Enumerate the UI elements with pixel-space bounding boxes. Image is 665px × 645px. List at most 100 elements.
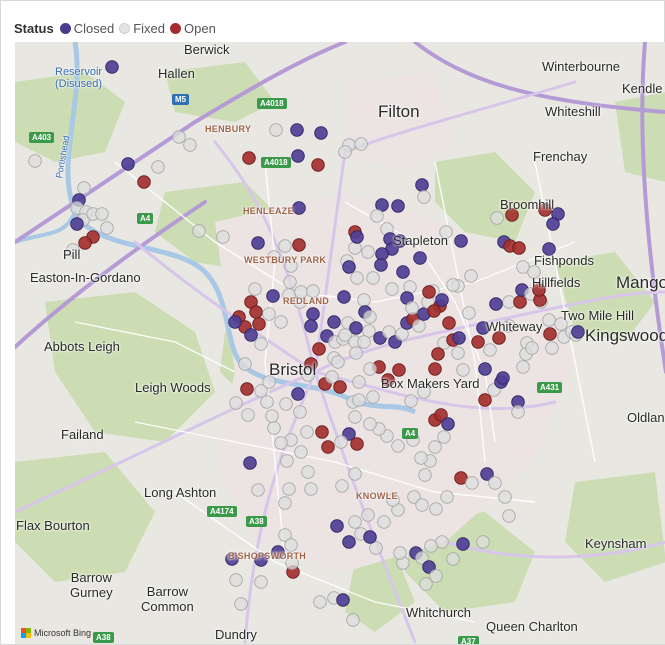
map-point-fixed[interactable] <box>274 315 288 329</box>
map-point-fixed[interactable] <box>100 221 114 235</box>
map-point-fixed[interactable] <box>350 271 364 285</box>
map-point-fixed[interactable] <box>348 467 362 481</box>
map-point-fixed[interactable] <box>404 394 418 408</box>
map-point-closed[interactable] <box>363 530 377 544</box>
map-point-fixed[interactable] <box>183 138 197 152</box>
map-point-closed[interactable] <box>456 537 470 551</box>
map-point-fixed[interactable] <box>437 430 451 444</box>
map-point-fixed[interactable] <box>414 451 428 465</box>
map-point-open[interactable] <box>350 437 364 451</box>
map-point-fixed[interactable] <box>248 282 262 296</box>
map-point-closed[interactable] <box>292 201 306 215</box>
map-point-fixed[interactable] <box>357 293 371 307</box>
map-point-fixed[interactable] <box>385 282 399 296</box>
map-point-fixed[interactable] <box>462 306 476 320</box>
map-point-open[interactable] <box>512 241 526 255</box>
map-point-closed[interactable] <box>291 387 305 401</box>
legend-item-fixed[interactable]: Fixed <box>119 21 165 36</box>
map-point-fixed[interactable] <box>172 130 186 144</box>
map-point-closed[interactable] <box>70 217 84 231</box>
map-point-closed[interactable] <box>391 199 405 213</box>
map-point-fixed[interactable] <box>516 360 530 374</box>
map-point-fixed[interactable] <box>279 397 293 411</box>
map-point-closed[interactable] <box>350 230 364 244</box>
map-point-closed[interactable] <box>121 157 135 171</box>
map-point-fixed[interactable] <box>424 539 438 553</box>
map-point-fixed[interactable] <box>338 145 352 159</box>
map-point-closed[interactable] <box>291 149 305 163</box>
map-point-fixed[interactable] <box>405 301 419 315</box>
map-point-fixed[interactable] <box>274 436 288 450</box>
map-point-fixed[interactable] <box>95 207 109 221</box>
map-point-fixed[interactable] <box>251 483 265 497</box>
map-point-fixed[interactable] <box>335 479 349 493</box>
legend-item-open[interactable]: Open <box>170 21 216 36</box>
map-point-closed[interactable] <box>243 456 257 470</box>
map-point-open[interactable] <box>431 347 445 361</box>
map-point-open[interactable] <box>333 380 347 394</box>
map-point-fixed[interactable] <box>216 230 230 244</box>
map-point-open[interactable] <box>543 327 557 341</box>
map-point-fixed[interactable] <box>428 440 442 454</box>
map-point-fixed[interactable] <box>366 390 380 404</box>
map-point-fixed[interactable] <box>476 535 490 549</box>
map-point-fixed[interactable] <box>238 357 252 371</box>
map-point-fixed[interactable] <box>545 341 559 355</box>
map-point-fixed[interactable] <box>451 346 465 360</box>
map-point-closed[interactable] <box>396 265 410 279</box>
map-point-open[interactable] <box>311 158 325 172</box>
map-point-fixed[interactable] <box>192 224 206 238</box>
map-point-fixed[interactable] <box>77 181 91 195</box>
map-point-open[interactable] <box>240 382 254 396</box>
map-point-fixed[interactable] <box>418 468 432 482</box>
map-point-fixed[interactable] <box>483 343 497 357</box>
map-point-open[interactable] <box>471 335 485 349</box>
map-point-open[interactable] <box>392 363 406 377</box>
map-point-fixed[interactable] <box>331 355 345 369</box>
map-point-fixed[interactable] <box>363 417 377 431</box>
map-point-fixed[interactable] <box>511 405 525 419</box>
map-point-fixed[interactable] <box>354 137 368 151</box>
map-point-fixed[interactable] <box>417 190 431 204</box>
map-point-fixed[interactable] <box>352 375 366 389</box>
map-point-fixed[interactable] <box>429 502 443 516</box>
map-point-fixed[interactable] <box>284 538 298 552</box>
map-point-fixed[interactable] <box>446 278 460 292</box>
map-point-fixed[interactable] <box>393 546 407 560</box>
map-point-fixed[interactable] <box>361 245 375 259</box>
map-point-fixed[interactable] <box>254 575 268 589</box>
map-point-fixed[interactable] <box>283 275 297 289</box>
map-point-fixed[interactable] <box>352 393 366 407</box>
legend-item-closed[interactable]: Closed <box>59 21 114 36</box>
map-point-open[interactable] <box>422 285 436 299</box>
map-point-fixed[interactable] <box>301 465 315 479</box>
map-point-fixed[interactable] <box>349 346 363 360</box>
map-point-closed[interactable] <box>251 236 265 250</box>
map-point-closed[interactable] <box>342 260 356 274</box>
map-point-closed[interactable] <box>266 289 280 303</box>
map-point-closed[interactable] <box>571 325 585 339</box>
map-point-fixed[interactable] <box>415 498 429 512</box>
map-point-closed[interactable] <box>413 251 427 265</box>
map-point-fixed[interactable] <box>294 445 308 459</box>
map-point-fixed[interactable] <box>229 396 243 410</box>
map-point-fixed[interactable] <box>254 337 268 351</box>
map-point-fixed[interactable] <box>419 577 433 591</box>
map-point-open[interactable] <box>249 305 263 319</box>
map-point-fixed[interactable] <box>28 154 42 168</box>
map-point-fixed[interactable] <box>465 476 479 490</box>
map-point-fixed[interactable] <box>348 241 362 255</box>
map-point-fixed[interactable] <box>269 123 283 137</box>
map-point-fixed[interactable] <box>278 496 292 510</box>
map-point-open[interactable] <box>137 175 151 189</box>
map-point-fixed[interactable] <box>363 362 377 376</box>
map-point-open[interactable] <box>242 151 256 165</box>
map-point-open[interactable] <box>513 295 527 309</box>
map-point-fixed[interactable] <box>357 335 371 349</box>
map-point-fixed[interactable] <box>280 454 294 468</box>
map-point-open[interactable] <box>292 238 306 252</box>
map-point-open[interactable] <box>312 342 326 356</box>
map-point-open[interactable] <box>478 393 492 407</box>
map-point-fixed[interactable] <box>446 552 460 566</box>
map-point-closed[interactable] <box>290 123 304 137</box>
